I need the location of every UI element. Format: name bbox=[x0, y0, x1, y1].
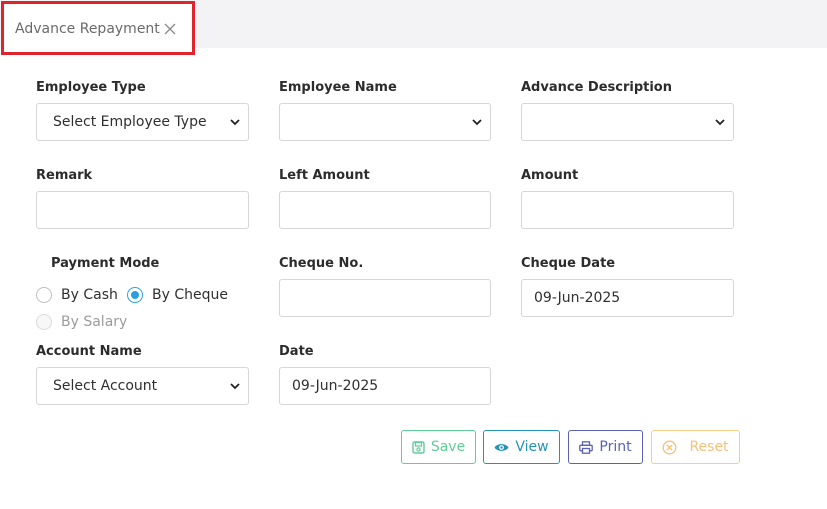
left-amount-label: Left Amount bbox=[279, 168, 370, 183]
amount-input[interactable] bbox=[521, 191, 734, 229]
account-name-value: Select Account bbox=[53, 378, 158, 394]
cheque-no-label: Cheque No. bbox=[279, 256, 364, 271]
employee-name-label: Employee Name bbox=[279, 80, 397, 95]
chevron-down-icon bbox=[715, 119, 725, 126]
employee-type-value: Select Employee Type bbox=[53, 114, 207, 130]
cheque-no-input[interactable] bbox=[279, 279, 491, 317]
tab-label: Advance Repayment bbox=[15, 21, 160, 37]
cheque-date-label: Cheque Date bbox=[521, 256, 616, 271]
cheque-date-input[interactable]: 09-Jun-2025 bbox=[521, 279, 734, 317]
save-button[interactable]: Save bbox=[401, 430, 476, 464]
by-cash-label: By Cash bbox=[61, 287, 118, 303]
by-salary-label: By Salary bbox=[61, 314, 128, 330]
advance-description-select[interactable] bbox=[521, 103, 734, 141]
chevron-down-icon bbox=[230, 119, 240, 126]
tab-advance-repayment[interactable]: Advance Repayment bbox=[1, 1, 195, 55]
printer-icon bbox=[579, 440, 594, 454]
view-button[interactable]: View bbox=[483, 430, 560, 464]
payment-mode-label: Payment Mode bbox=[51, 256, 160, 271]
by-salary-radio bbox=[36, 314, 52, 330]
employee-type-label: Employee Type bbox=[36, 80, 146, 95]
date-value: 09-Jun-2025 bbox=[292, 378, 379, 394]
by-cash-radio[interactable] bbox=[36, 287, 52, 303]
print-button[interactable]: Print bbox=[568, 430, 643, 464]
print-label: Print bbox=[599, 439, 632, 455]
account-name-label: Account Name bbox=[36, 344, 142, 359]
save-label: Save bbox=[430, 439, 466, 455]
employee-type-select[interactable]: Select Employee Type bbox=[36, 103, 249, 141]
amount-label: Amount bbox=[521, 168, 579, 183]
remark-input[interactable] bbox=[36, 191, 249, 229]
left-amount-input[interactable] bbox=[279, 191, 491, 229]
save-icon bbox=[412, 440, 425, 454]
by-cheque-radio[interactable] bbox=[127, 287, 143, 303]
eye-icon bbox=[494, 443, 509, 451]
advance-description-label: Advance Description bbox=[521, 80, 672, 95]
chevron-down-icon bbox=[472, 119, 482, 126]
cheque-date-value: 09-Jun-2025 bbox=[534, 290, 621, 306]
chevron-down-icon bbox=[230, 383, 240, 390]
reset-label: Reset bbox=[689, 439, 729, 455]
tab-bar: Advance Repayment bbox=[0, 0, 827, 55]
by-cheque-label: By Cheque bbox=[152, 287, 228, 303]
view-label: View bbox=[515, 439, 549, 455]
cancel-circle-icon bbox=[662, 440, 677, 454]
close-icon[interactable] bbox=[163, 22, 177, 36]
date-label: Date bbox=[279, 344, 314, 359]
date-input[interactable]: 09-Jun-2025 bbox=[279, 367, 491, 405]
account-name-select[interactable]: Select Account bbox=[36, 367, 249, 405]
employee-name-select[interactable] bbox=[279, 103, 491, 141]
remark-label: Remark bbox=[36, 168, 93, 183]
reset-button[interactable]: Reset bbox=[651, 430, 740, 464]
